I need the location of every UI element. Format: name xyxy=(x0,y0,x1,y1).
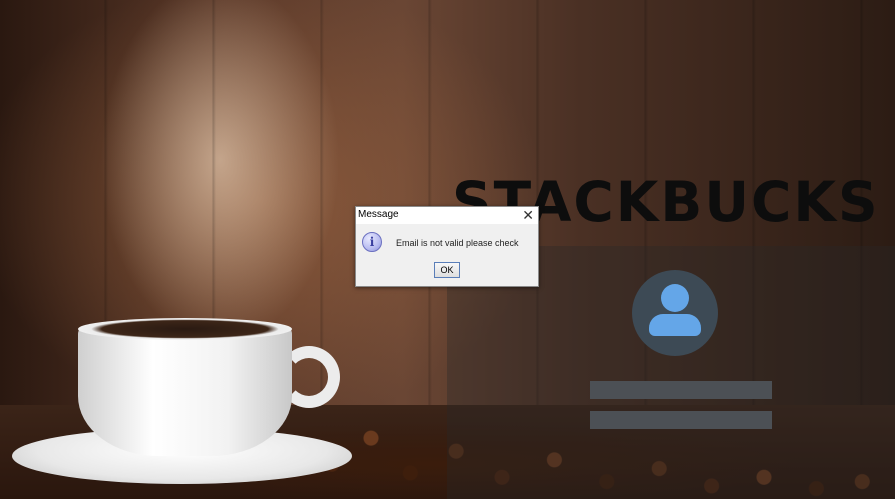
dialog-title: Message xyxy=(358,209,399,220)
coffee-cup-rim xyxy=(78,318,292,340)
close-icon[interactable]: ✕ xyxy=(522,207,534,223)
avatar-body xyxy=(649,314,701,336)
email-field[interactable] xyxy=(590,381,772,399)
avatar-head xyxy=(661,284,689,312)
message-dialog: Message ✕ i Email is not valid please ch… xyxy=(355,206,539,287)
user-avatar-icon xyxy=(632,270,718,356)
ok-button[interactable]: OK xyxy=(434,262,460,278)
coffee-cup-image xyxy=(78,326,292,456)
info-icon: i xyxy=(362,232,382,252)
dialog-titlebar[interactable]: Message ✕ xyxy=(356,207,538,224)
password-field[interactable] xyxy=(590,411,772,429)
dialog-message: Email is not valid please check xyxy=(396,238,519,248)
